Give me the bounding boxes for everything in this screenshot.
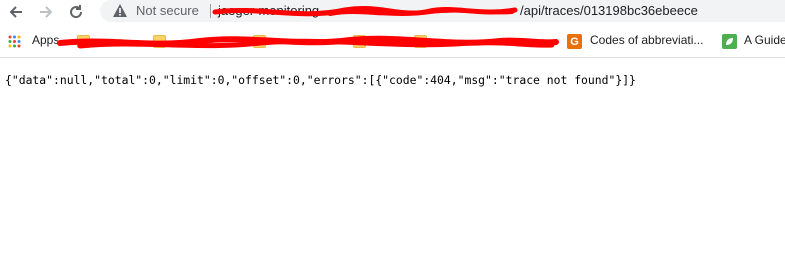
g-site-icon[interactable]: G bbox=[567, 34, 582, 49]
browser-toolbar: Not secure jaeger-monitoring /api/traces… bbox=[0, 0, 785, 27]
leaf-icon bbox=[726, 38, 733, 45]
url-host-text: jaeger-monitoring bbox=[218, 3, 320, 18]
forward-button[interactable] bbox=[34, 2, 58, 22]
page-content: {"data":null,"total":0,"limit":0,"offset… bbox=[5, 72, 785, 88]
arrow-left-icon bbox=[9, 6, 22, 18]
reload-button[interactable] bbox=[64, 2, 88, 22]
reload-icon bbox=[70, 5, 83, 19]
omnibox-divider bbox=[210, 4, 211, 18]
apps-shortcut-label[interactable]: Apps bbox=[32, 33, 59, 47]
bookmark-folder-icon[interactable] bbox=[353, 35, 366, 48]
bookmark-a-guide[interactable]: A Guide bbox=[744, 33, 785, 47]
arrow-right-icon bbox=[40, 6, 53, 18]
security-status-label[interactable]: Not secure bbox=[136, 3, 199, 18]
leaf-site-icon[interactable] bbox=[722, 34, 737, 49]
bookmark-codes-of-abbreviation[interactable]: Codes of abbreviati... bbox=[590, 33, 703, 47]
bookmark-folder-icon[interactable] bbox=[414, 35, 427, 48]
bookmark-folder-icon[interactable] bbox=[253, 35, 266, 48]
apps-grid-icon[interactable] bbox=[8, 35, 21, 48]
bookmark-folder-icon[interactable] bbox=[77, 35, 90, 48]
json-response-text: {"data":null,"total":0,"limit":0,"offset… bbox=[5, 73, 636, 87]
bookmarks-bar: Apps G Codes of abbreviati... A Guide bbox=[0, 27, 785, 58]
bookmark-folder-icon[interactable] bbox=[153, 35, 166, 48]
warning-icon[interactable] bbox=[112, 3, 128, 19]
address-bar[interactable]: Not secure jaeger-monitoring /api/traces… bbox=[100, 0, 785, 22]
back-button[interactable] bbox=[4, 2, 28, 22]
url-path-text: /api/traces/013198bc36ebeece bbox=[520, 3, 698, 18]
